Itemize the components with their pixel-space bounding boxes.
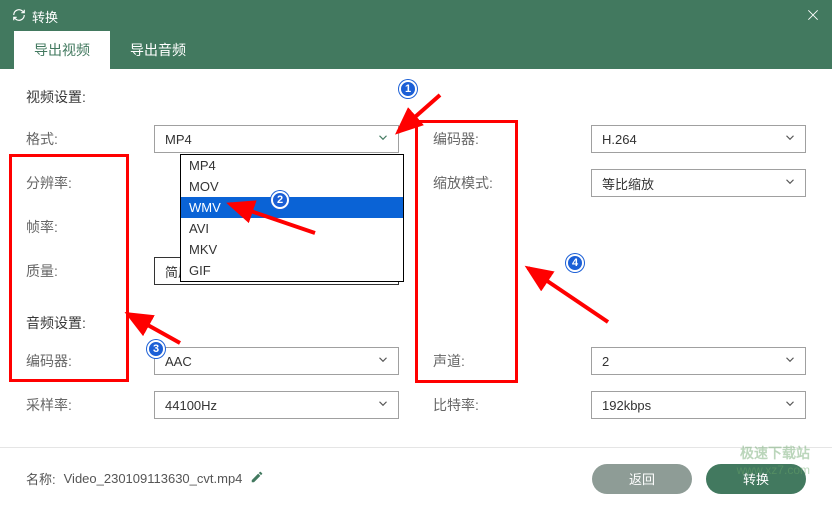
label-encoder-audio: 编码器: [26,351,154,371]
close-icon[interactable] [806,8,820,25]
edit-icon[interactable] [250,470,264,487]
chevron-down-icon [376,353,390,370]
label-encoder-video: 编码器: [433,129,591,149]
content: 视频设置: 格式: MP4 分辨率: 帧率: 质量: [0,69,832,445]
convert-button[interactable]: 转换 [706,464,806,494]
titlebar-left: 转换 [12,7,58,26]
bitrate-value: 192kbps [602,398,651,413]
label-quality: 质量: [26,261,154,281]
chevron-down-icon [376,397,390,414]
channels-select[interactable]: 2 [591,347,806,375]
filename-value: Video_230109113630_cvt.mp4 [64,471,243,486]
label-scale-mode: 缩放模式: [433,173,591,193]
titlebar: 转换 [0,0,832,32]
format-value: MP4 [165,132,192,147]
samplerate-select[interactable]: 44100Hz [154,391,399,419]
format-option-wmv[interactable]: WMV [181,197,403,218]
label-framerate: 帧率: [26,217,154,237]
chevron-down-icon [783,353,797,370]
label-format: 格式: [26,129,154,149]
samplerate-value: 44100Hz [165,398,217,413]
format-select[interactable]: MP4 [154,125,399,153]
format-option-gif[interactable]: GIF [181,260,403,281]
chevron-down-icon [376,131,390,148]
footer: 名称: Video_230109113630_cvt.mp4 返回 转换 [0,447,832,509]
format-dropdown[interactable]: MP4 MOV WMV AVI MKV GIF [180,154,404,282]
label-samplerate: 采样率: [26,395,154,415]
footer-right: 返回 转换 [592,464,806,494]
scale-mode-select[interactable]: 等比缩放 [591,169,806,197]
tabbar: 导出视频 导出音频 [0,32,832,69]
tab-export-audio[interactable]: 导出音频 [110,31,206,69]
label-bitrate: 比特率: [433,395,591,415]
footer-left: 名称: Video_230109113630_cvt.mp4 [26,469,264,488]
format-option-mov[interactable]: MOV [181,176,403,197]
format-option-mp4[interactable]: MP4 [181,155,403,176]
encoder-audio-value: AAC [165,354,192,369]
video-settings-title: 视频设置: [26,87,806,107]
chevron-down-icon [783,131,797,148]
chevron-down-icon [783,397,797,414]
chevron-down-icon [783,175,797,192]
channels-value: 2 [602,354,609,369]
window-title: 转换 [32,7,58,26]
back-button[interactable]: 返回 [592,464,692,494]
label-channels: 声道: [433,351,591,371]
bitrate-select[interactable]: 192kbps [591,391,806,419]
encoder-video-select[interactable]: H.264 [591,125,806,153]
audio-settings-title: 音频设置: [26,313,806,333]
format-option-mkv[interactable]: MKV [181,239,403,260]
filename-label: 名称: [26,469,56,488]
encoder-audio-select[interactable]: AAC [154,347,399,375]
format-option-avi[interactable]: AVI [181,218,403,239]
encoder-video-value: H.264 [602,132,637,147]
tab-export-video[interactable]: 导出视频 [14,31,110,69]
refresh-icon [12,8,26,25]
scale-mode-value: 等比缩放 [602,174,654,193]
label-resolution: 分辨率: [26,173,154,193]
